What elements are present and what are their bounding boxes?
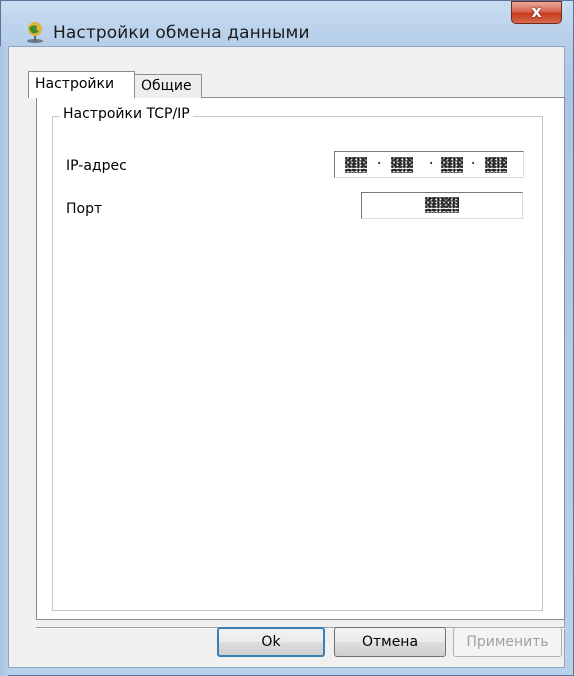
tab-general[interactable]: Общие <box>135 74 202 98</box>
tcpip-groupbox <box>52 116 543 611</box>
app-globe-icon <box>27 22 43 43</box>
window-left-edge <box>0 46 8 676</box>
ip-address-label: IP-адрес <box>66 158 127 174</box>
window-title: Настройки обмена данными <box>53 23 310 43</box>
apply-button[interactable]: Применить <box>453 627 562 657</box>
ip-dot-1: · <box>375 156 384 172</box>
port-label: Порт <box>66 201 103 217</box>
tab-settings[interactable]: Настройки <box>28 71 135 98</box>
port-input[interactable] <box>361 192 523 219</box>
ip-octet-3[interactable] <box>441 157 463 173</box>
ip-octet-2[interactable] <box>391 157 413 173</box>
ip-octet-1[interactable] <box>345 157 367 173</box>
close-button[interactable]: x <box>511 1 562 24</box>
close-icon: x <box>531 2 542 21</box>
port-value <box>425 197 459 213</box>
ip-octet-4[interactable] <box>485 157 507 173</box>
ip-dot-3: · <box>469 156 478 172</box>
cancel-button[interactable]: Отмена <box>334 627 446 657</box>
dialog-window: Настройки обмена данными x Настройки Общ… <box>0 0 574 676</box>
groupbox-title: Настройки TCP/IP <box>60 106 193 122</box>
ip-dot-2: · <box>427 156 436 172</box>
ok-button[interactable]: Ok <box>217 627 325 657</box>
title-bar[interactable]: Настройки обмена данными x <box>0 0 574 46</box>
ip-address-input[interactable]: · · · <box>334 151 524 178</box>
